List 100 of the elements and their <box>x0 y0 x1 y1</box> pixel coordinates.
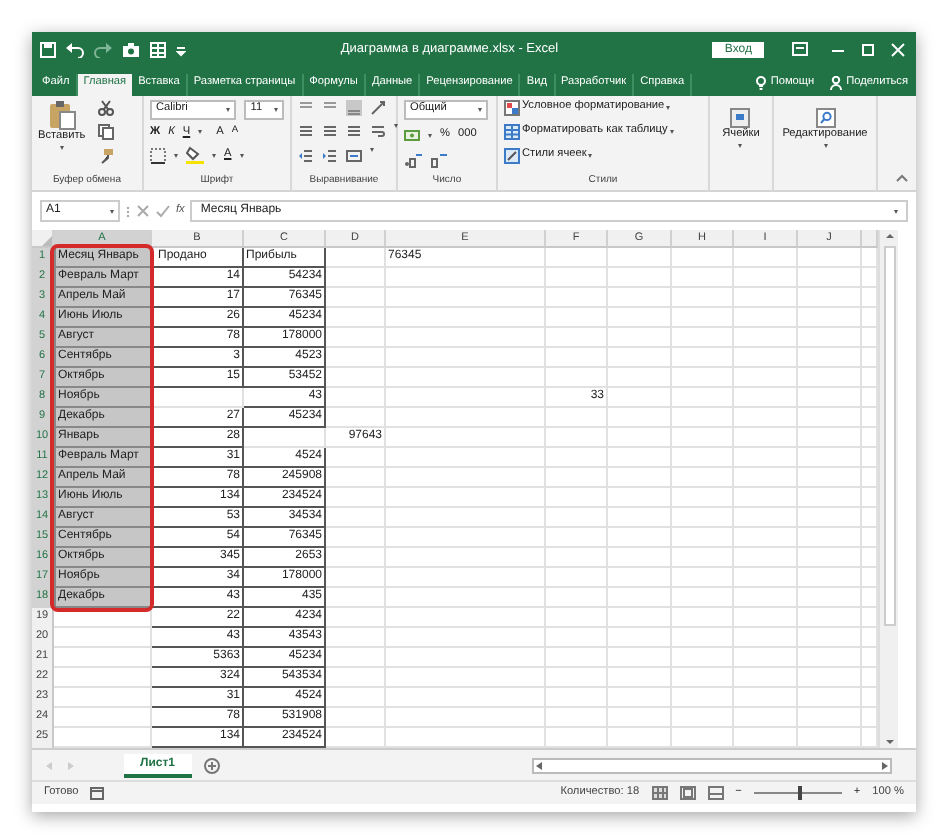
empty-cell[interactable] <box>326 408 386 428</box>
caret-icon[interactable] <box>478 107 482 112</box>
empty-cell[interactable] <box>608 708 672 728</box>
empty-cell[interactable] <box>326 508 386 528</box>
empty-cell[interactable] <box>608 288 672 308</box>
undo-icon[interactable] <box>66 41 84 57</box>
empty-cell[interactable] <box>608 688 672 708</box>
close-icon[interactable] <box>888 41 908 57</box>
empty-cell[interactable] <box>608 308 672 328</box>
empty-cell[interactable] <box>798 668 862 688</box>
empty-cell[interactable] <box>546 568 608 588</box>
collapse-ribbon-icon[interactable] <box>896 174 908 182</box>
empty-cell[interactable] <box>326 608 386 628</box>
empty-cell[interactable] <box>326 548 386 568</box>
empty-cell[interactable] <box>672 688 734 708</box>
empty-cell[interactable] <box>734 488 798 508</box>
lightbulb-icon[interactable] <box>756 76 767 90</box>
caret-icon[interactable] <box>239 153 244 158</box>
empty-cell[interactable] <box>608 668 672 688</box>
empty-cell[interactable] <box>798 688 862 708</box>
empty-cell[interactable] <box>546 688 608 708</box>
empty-cell[interactable] <box>798 248 862 268</box>
empty-cell[interactable] <box>608 268 672 288</box>
empty-cell[interactable] <box>386 488 546 508</box>
cancel-icon[interactable] <box>136 204 150 218</box>
borders-icon[interactable] <box>150 147 166 164</box>
empty-cell[interactable] <box>608 388 672 408</box>
format-painter-icon[interactable] <box>97 148 114 164</box>
empty-cell[interactable] <box>798 608 862 628</box>
empty-cell[interactable] <box>326 528 386 548</box>
empty-cell[interactable] <box>386 408 546 428</box>
empty-cell[interactable] <box>798 708 862 728</box>
ribbon-display-icon[interactable] <box>792 42 808 56</box>
empty-cell[interactable] <box>608 628 672 648</box>
form-icon[interactable] <box>150 41 166 57</box>
empty-cell[interactable] <box>672 588 734 608</box>
caret-icon[interactable] <box>370 148 374 152</box>
empty-cell[interactable] <box>608 588 672 608</box>
empty-cell[interactable] <box>798 588 862 608</box>
empty-cell[interactable] <box>672 568 734 588</box>
caret-icon[interactable] <box>212 153 216 158</box>
caret-icon[interactable] <box>823 143 827 148</box>
fill-color-icon[interactable] <box>186 146 204 165</box>
empty-cell[interactable] <box>386 388 546 408</box>
empty-cell[interactable] <box>734 548 798 568</box>
empty-cell[interactable] <box>386 328 546 348</box>
empty-cell[interactable] <box>798 368 862 388</box>
empty-cell[interactable] <box>326 688 386 708</box>
empty-cell[interactable] <box>386 668 546 688</box>
empty-cell[interactable] <box>608 448 672 468</box>
empty-cell[interactable] <box>326 328 386 348</box>
empty-cell[interactable] <box>546 608 608 628</box>
empty-cell[interactable] <box>386 268 546 288</box>
align-bottom-icon[interactable] <box>346 100 362 116</box>
empty-cell[interactable] <box>734 608 798 628</box>
empty-cell[interactable] <box>546 488 608 508</box>
empty-cell[interactable] <box>672 268 734 288</box>
empty-cell[interactable] <box>734 368 798 388</box>
caret-icon[interactable] <box>666 106 671 110</box>
scrollbar-thumb[interactable] <box>883 246 895 626</box>
empty-cell[interactable] <box>734 708 798 728</box>
empty-cell[interactable] <box>326 308 386 328</box>
empty-cell[interactable] <box>734 408 798 428</box>
empty-cell[interactable] <box>326 568 386 588</box>
empty-cell[interactable] <box>672 468 734 488</box>
empty-cell[interactable] <box>546 288 608 308</box>
empty-cell[interactable] <box>672 648 734 668</box>
empty-cell[interactable] <box>546 308 608 328</box>
empty-cell[interactable] <box>546 248 608 268</box>
empty-cell[interactable] <box>734 388 798 408</box>
empty-cell[interactable] <box>734 348 798 368</box>
empty-cell[interactable] <box>326 588 386 608</box>
empty-cell[interactable] <box>546 468 608 488</box>
caret-icon[interactable] <box>588 154 593 158</box>
empty-cell[interactable] <box>734 268 798 288</box>
empty-cell[interactable] <box>672 328 734 348</box>
decrease-indent-icon[interactable] <box>298 148 314 164</box>
caret-icon[interactable] <box>174 153 178 158</box>
empty-cell[interactable] <box>546 328 608 348</box>
page-layout-icon[interactable] <box>679 786 696 800</box>
empty-cell[interactable] <box>326 648 386 668</box>
empty-cell[interactable] <box>608 508 672 528</box>
empty-cell[interactable] <box>326 248 386 268</box>
decrease-decimal-icon[interactable] <box>430 151 448 168</box>
empty-cell[interactable] <box>546 448 608 468</box>
empty-cell[interactable] <box>734 328 798 348</box>
empty-cell[interactable] <box>546 408 608 428</box>
empty-cell[interactable] <box>734 588 798 608</box>
empty-cell[interactable] <box>386 568 546 588</box>
caret-icon[interactable] <box>428 133 432 138</box>
empty-cell[interactable] <box>546 588 608 608</box>
empty-cell[interactable] <box>608 248 672 268</box>
empty-cell[interactable] <box>798 348 862 368</box>
empty-cell[interactable] <box>326 288 386 308</box>
empty-cell[interactable] <box>608 488 672 508</box>
empty-cell[interactable] <box>386 348 546 368</box>
empty-cell[interactable] <box>734 688 798 708</box>
empty-cell[interactable] <box>386 308 546 328</box>
orientation-icon[interactable] <box>370 100 386 116</box>
align-right-icon[interactable] <box>346 124 362 140</box>
